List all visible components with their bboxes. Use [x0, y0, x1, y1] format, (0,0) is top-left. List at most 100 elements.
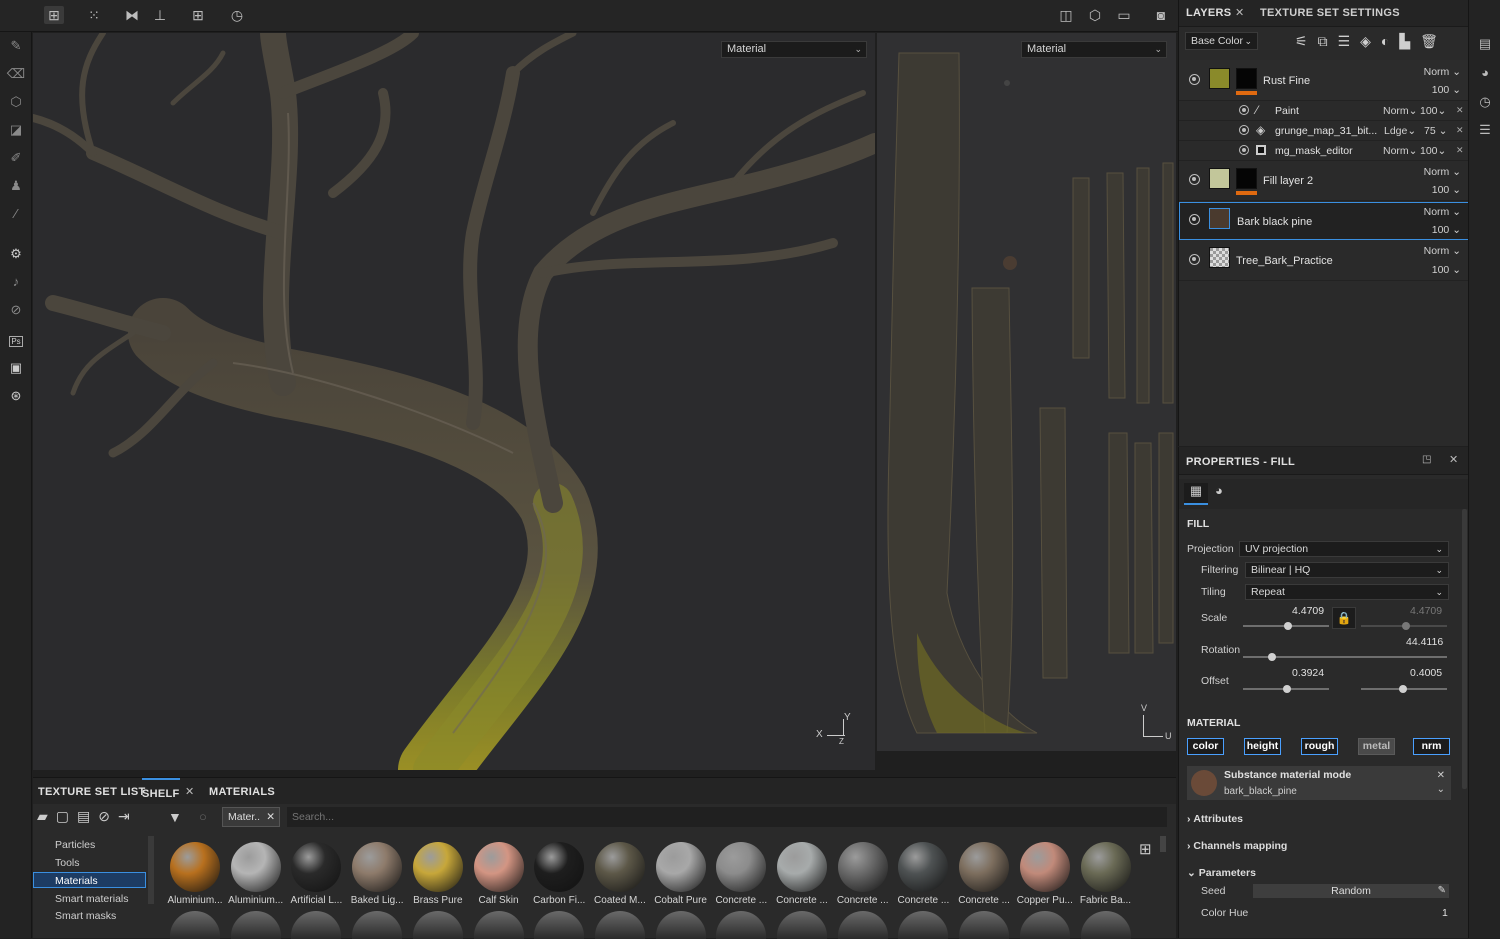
blend-mode-select[interactable]: Norm ⌄ [1424, 166, 1461, 178]
material-thumbnail-next-row[interactable] [837, 911, 888, 939]
material-thumbnail-next-row[interactable] [412, 911, 463, 939]
grid-icon[interactable]: ⁙ [84, 6, 104, 24]
material-thumbnail[interactable] [1080, 842, 1131, 892]
material-thumbnail[interactable] [352, 842, 403, 892]
sublayer-paint[interactable]: ⁄ Paint Norm⌄ 100⌄ ✕ [1179, 101, 1469, 121]
screenshot-icon[interactable]: ◙ [1151, 6, 1171, 24]
material-thumbnail-next-row[interactable] [352, 911, 403, 939]
visibility-eye-icon[interactable] [1189, 174, 1200, 185]
layer-bark-black-pine[interactable]: Bark black pine Norm ⌄ 100 ⌄ [1179, 202, 1469, 240]
material-thumbnail-next-row[interactable] [473, 911, 524, 939]
material-thumbnail[interactable] [412, 842, 463, 892]
material-thumbnail-next-row[interactable] [716, 911, 767, 939]
hide-icon[interactable]: ⊘ [98, 808, 118, 824]
material-thumbnail[interactable] [1019, 842, 1070, 892]
categories-scrollbar[interactable] [148, 836, 154, 904]
material-thumbnail-next-row[interactable] [898, 911, 949, 939]
shader-settings-icon[interactable]: ◕ [1475, 63, 1495, 83]
attributes-section[interactable]: › Attributes [1187, 813, 1243, 825]
add-effect-icon[interactable]: ◐ [1381, 33, 1399, 49]
import-icon[interactable]: ⇥ [118, 808, 138, 824]
material-thumbnail[interactable] [716, 842, 767, 892]
layer-tree-bark-practice[interactable]: Tree_Bark_Practice Norm ⌄ 100 ⌄ [1179, 241, 1469, 281]
bell-icon[interactable]: ♪ [6, 272, 26, 292]
properties-scrollbar[interactable] [1462, 509, 1467, 789]
link-icon[interactable]: ⊘ [6, 300, 26, 320]
visibility-eye-icon[interactable] [1189, 254, 1200, 265]
visibility-eye-icon[interactable] [1239, 145, 1249, 155]
offset-slider-1[interactable] [1243, 685, 1329, 693]
channel-nrm-button[interactable]: nrm [1413, 738, 1450, 755]
blend-mode-select[interactable]: Norm ⌄ [1424, 245, 1461, 257]
opacity-select[interactable]: 100 ⌄ [1432, 84, 1461, 96]
add-icon[interactable]: ⊞ [188, 6, 208, 24]
photoshop-icon[interactable]: Ps [6, 330, 26, 350]
close-icon[interactable]: ✕ [1235, 0, 1245, 27]
visibility-eye-icon[interactable] [1189, 74, 1200, 85]
smudge-icon[interactable]: ✐ [6, 148, 26, 168]
channels-mapping-section[interactable]: › Channels mapping [1187, 840, 1287, 852]
clone-stamp-icon[interactable]: ♟ [6, 176, 26, 196]
channel-metal-button[interactable]: metal [1358, 738, 1395, 755]
material-thumbnail[interactable] [777, 842, 827, 892]
material-thumbnail[interactable] [291, 842, 342, 892]
slider-knob[interactable] [1399, 685, 1408, 693]
brush-icon[interactable]: ✎ [6, 36, 26, 56]
history-icon[interactable]: ◷ [1475, 92, 1495, 112]
channel-height-button[interactable]: height [1244, 738, 1281, 755]
layer-fill-layer-2[interactable]: Fill layer 2 Norm ⌄ 100 ⌄ [1179, 161, 1469, 201]
parameters-section[interactable]: ⌄ Parameters [1187, 867, 1256, 879]
blend-mode-select[interactable]: Norm⌄ [1383, 145, 1417, 157]
new-shelf-icon[interactable]: ▢ [56, 808, 77, 824]
opacity-select[interactable]: 100 ⌄ [1432, 184, 1461, 196]
add-mask-icon[interactable]: ⧉ [1318, 33, 1338, 49]
visibility-eye-icon[interactable] [1239, 105, 1249, 115]
polygon-fill-icon[interactable]: ◪ [6, 120, 26, 140]
visibility-eye-icon[interactable] [1239, 125, 1249, 135]
material-thumbnail[interactable] [837, 842, 888, 892]
cube-icon[interactable]: ⬡ [1085, 6, 1105, 24]
sublayer-mask-editor[interactable]: mg_mask_editor Norm⌄ 100⌄ ✕ [1179, 141, 1469, 161]
substance-material-box[interactable]: Substance material mode bark_black_pine … [1187, 766, 1451, 800]
material-thumbnail[interactable] [230, 842, 281, 892]
settings-icon[interactable]: ⚙ [6, 244, 26, 264]
opacity-select[interactable]: 100 ⌄ [1432, 264, 1461, 276]
material-thumbnail[interactable] [170, 842, 220, 892]
material-sphere-icon[interactable]: ◕ [1215, 483, 1223, 498]
material-thumbnail-next-row[interactable] [594, 911, 645, 939]
scale-slider-1[interactable] [1243, 622, 1329, 630]
material-thumbnail[interactable] [534, 842, 585, 892]
category-smart-materials[interactable]: Smart materials [55, 893, 129, 905]
close-icon[interactable]: ✕ [1456, 125, 1464, 136]
color-picker-icon[interactable]: ⁄ [6, 204, 26, 224]
material-thumbnail[interactable] [655, 842, 706, 892]
tab-texture-set-settings[interactable]: TEXTURE SET SETTINGS [1260, 0, 1400, 27]
channel-rough-button[interactable]: rough [1301, 738, 1338, 755]
channel-color-button[interactable]: color [1187, 738, 1224, 755]
tab-texture-set-list[interactable]: TEXTURE SET LIST [38, 778, 145, 804]
camera-video-icon[interactable]: ▭ [1114, 6, 1134, 24]
seed-random-button[interactable]: Random ✎ [1253, 884, 1449, 898]
grid-view-icon[interactable]: ⊞ [1139, 840, 1152, 858]
blend-mode-select[interactable]: Norm ⌄ [1424, 206, 1461, 218]
history-icon[interactable]: ◷ [227, 6, 247, 24]
material-thumbnail-next-row[interactable] [534, 911, 585, 939]
tiling-select[interactable]: Repeat ⌄ [1245, 584, 1449, 600]
category-smart-masks[interactable]: Smart masks [55, 910, 116, 922]
material-thumbnail-next-row[interactable] [959, 911, 1010, 939]
blend-mode-select[interactable]: Ldge⌄ [1384, 125, 1416, 137]
mirror-icon[interactable]: ⧓ [122, 6, 142, 24]
close-icon[interactable]: ✕ [1449, 453, 1458, 466]
select-icon[interactable]: ⊞ [44, 6, 64, 24]
category-tools[interactable]: Tools [55, 857, 80, 869]
grid-scrollbar[interactable] [1160, 836, 1166, 852]
plugin-icon[interactable]: ⊛ [6, 386, 26, 406]
opacity-select[interactable]: 100⌄ [1420, 105, 1446, 117]
opacity-select[interactable]: 100⌄ [1420, 145, 1446, 157]
projection-icon[interactable]: ⬡ [6, 92, 26, 112]
fill-settings-icon[interactable]: ▦ [1184, 483, 1208, 505]
sublayer-grunge[interactable]: ◈ grunge_map_31_bit... Ldge⌄ 75 ⌄ ✕ [1179, 121, 1469, 141]
material-thumbnail-next-row[interactable] [230, 911, 281, 939]
viewport-3d[interactable]: Material ⌄ X Y Z [33, 33, 875, 770]
opacity-select[interactable]: 100 ⌄ [1432, 224, 1461, 236]
